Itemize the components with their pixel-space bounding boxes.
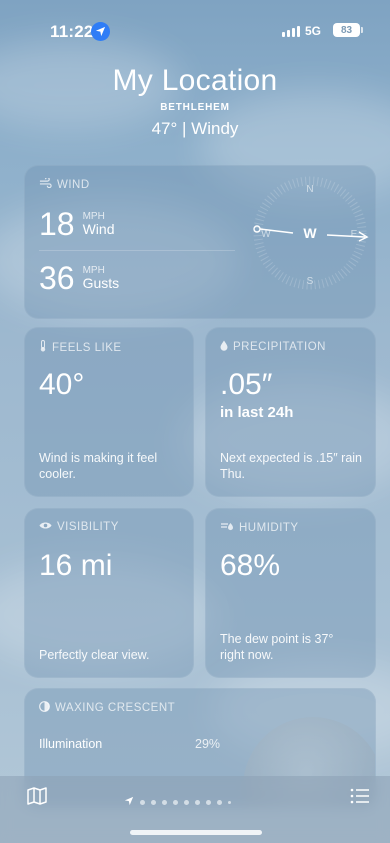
humidity-header: HUMIDITY bbox=[220, 521, 299, 534]
precipitation-title: PRECIPITATION bbox=[233, 341, 326, 353]
wind-gust-value: 36 bbox=[39, 260, 75, 296]
wind-card[interactable]: WIND 18 MPH Wind 36 MPH Gusts N E S W W bbox=[24, 165, 376, 319]
page-dot bbox=[228, 800, 231, 804]
humidity-value: 68% bbox=[220, 549, 281, 582]
feels-like-value: 40° bbox=[39, 368, 85, 401]
page-dot bbox=[140, 799, 145, 805]
moon-header: WAXING CRESCENT bbox=[39, 701, 175, 715]
visibility-description: Perfectly clear view. bbox=[39, 647, 150, 662]
wind-speed-row: 18 MPH Wind bbox=[39, 206, 115, 243]
compass-east: E bbox=[351, 229, 358, 240]
moon-phase-icon bbox=[39, 701, 50, 715]
page-dot bbox=[195, 799, 200, 805]
illumination-label: Illumination bbox=[39, 737, 103, 751]
eye-icon bbox=[39, 521, 52, 533]
precipitation-header: PRECIPITATION bbox=[220, 340, 326, 354]
feels-like-card[interactable]: FEELS LIKE 40° Wind is making it feel co… bbox=[24, 327, 194, 497]
page-dot bbox=[184, 799, 189, 805]
precipitation-period: in last 24h bbox=[220, 404, 294, 421]
visibility-title: VISIBILITY bbox=[57, 521, 119, 533]
humidity-card[interactable]: HUMIDITY 68% The dew point is 37° right … bbox=[205, 508, 376, 678]
visibility-card[interactable]: VISIBILITY 16 mi Perfectly clear view. bbox=[24, 508, 194, 678]
wind-gust-label: Gusts bbox=[82, 275, 120, 292]
bottom-toolbar bbox=[0, 776, 390, 843]
battery-level: 83 bbox=[340, 24, 353, 36]
wind-divider bbox=[39, 250, 235, 251]
wind-speed-value: 18 bbox=[39, 206, 75, 242]
weather-summary: 47° | Windy bbox=[151, 119, 239, 138]
battery-icon: 83 bbox=[333, 23, 363, 37]
compass-north: N bbox=[306, 184, 313, 195]
precipitation-card[interactable]: PRECIPITATION .05″ in last 24h Next expe… bbox=[205, 327, 376, 497]
page-dot bbox=[206, 799, 211, 805]
visibility-header: VISIBILITY bbox=[39, 521, 119, 533]
location-arrow-icon bbox=[91, 22, 110, 41]
compass-south: S bbox=[307, 276, 314, 287]
feels-like-description: Wind is making it feel cooler. bbox=[39, 450, 158, 481]
signal-icon bbox=[282, 26, 300, 37]
page-indicator[interactable] bbox=[124, 793, 231, 811]
wind-icon bbox=[39, 176, 52, 191]
map-icon[interactable] bbox=[26, 786, 48, 806]
feels-like-title: FEELS LIKE bbox=[52, 341, 122, 354]
precipitation-description: Next expected is .15″ rain Thu. bbox=[220, 450, 362, 481]
wind-title: WIND bbox=[57, 178, 90, 191]
city-name: BETHLEHEM bbox=[160, 102, 230, 113]
page-dot bbox=[173, 799, 178, 805]
moon-phase-title: WAXING CRESCENT bbox=[55, 702, 176, 714]
visibility-value: 16 mi bbox=[39, 549, 113, 582]
page-dot bbox=[162, 799, 167, 805]
thermometer-icon bbox=[39, 340, 47, 355]
illumination-value: 29% bbox=[195, 737, 221, 751]
wind-compass: N E S W W bbox=[253, 176, 369, 290]
wind-speed-label: Wind bbox=[82, 221, 115, 238]
wind-card-header: WIND bbox=[39, 176, 90, 191]
status-bar: 11:22 5G 83 bbox=[0, 0, 390, 56]
network-label: 5G bbox=[305, 24, 322, 38]
precipitation-value: .05″ bbox=[220, 368, 273, 401]
location-title: My Location bbox=[112, 64, 278, 97]
page-dot bbox=[217, 799, 222, 805]
humidity-icon bbox=[220, 521, 234, 534]
humidity-title: HUMIDITY bbox=[239, 521, 299, 534]
wind-gust-row: 36 MPH Gusts bbox=[39, 260, 119, 297]
list-icon[interactable] bbox=[350, 788, 370, 804]
page-dot bbox=[151, 799, 156, 805]
raindrop-icon bbox=[220, 340, 228, 354]
feels-like-header: FEELS LIKE bbox=[39, 340, 122, 355]
humidity-description: The dew point is 37° right now. bbox=[220, 631, 334, 662]
location-header: My Location BETHLEHEM 47° | Windy bbox=[0, 64, 390, 139]
current-location-arrow-icon bbox=[124, 793, 134, 811]
status-time: 11:22 bbox=[50, 22, 94, 41]
wind-direction-label: W bbox=[303, 225, 317, 241]
home-indicator[interactable] bbox=[130, 830, 262, 835]
